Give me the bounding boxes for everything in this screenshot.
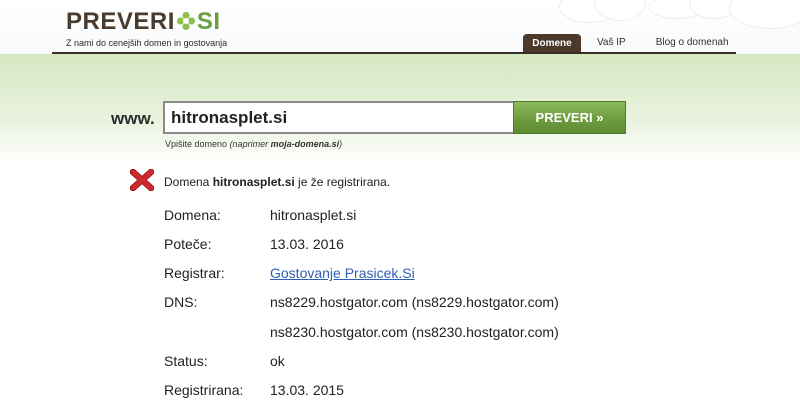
tagline: Z nami do cenejših domen in gostovanja — [66, 38, 228, 48]
label-registrirana: Registrirana: — [164, 382, 244, 398]
hint-example-prefix: (naprimer — [229, 139, 271, 149]
page: PREVERI SI Z nami do cenejših domen in g… — [0, 0, 800, 411]
label-domena: Domena: — [164, 207, 221, 223]
hint-example: moja-domena.si — [270, 139, 340, 149]
label-potece: Poteče: — [164, 236, 212, 252]
value-potece: 13.03. 2016 — [270, 236, 344, 252]
hint-example-suffix: ) — [339, 139, 343, 149]
label-status: Status: — [164, 353, 208, 369]
nav-tab-vas-ip[interactable]: Vaš IP — [597, 33, 626, 54]
hint-text: Vpišite domeno — [165, 139, 228, 149]
registrar-link[interactable]: Gostovanje Prasicek.Si — [270, 265, 415, 281]
www-prefix: www. — [111, 109, 155, 128]
result-msg-domain: hitronasplet.si — [212, 175, 295, 189]
search-hint: Vpišite domeno (naprimer moja-domena.si) — [165, 139, 342, 149]
logo-text-prefix: PREVERI — [66, 8, 175, 35]
value-dns-1: ns8229.hostgator.com (ns8229.hostgator.c… — [270, 294, 559, 310]
value-registrirana: 13.03. 2015 — [270, 382, 344, 398]
logo-text-suffix: SI — [196, 8, 221, 35]
result-message: Domena hitronasplet.si je že registriran… — [164, 175, 390, 189]
result-msg-suffix: je že registrirana. — [294, 175, 391, 189]
preveri-button[interactable]: PREVERI » — [513, 101, 626, 134]
label-dns: DNS: — [164, 294, 198, 310]
nav-tab-blog[interactable]: Blog o domenah — [656, 33, 729, 54]
result-msg-prefix: Domena — [164, 175, 213, 189]
nav-tab-domene[interactable]: Domene — [523, 34, 581, 54]
site-logo[interactable]: PREVERI SI — [66, 8, 221, 36]
header-divider — [52, 52, 736, 54]
red-x-icon — [130, 169, 154, 191]
label-registrar: Registrar: — [164, 265, 225, 281]
main-nav: Domene Vaš IP Blog o domenah — [523, 33, 729, 54]
domain-search-input[interactable] — [163, 101, 513, 134]
value-domena: hitronasplet.si — [270, 207, 357, 223]
flower-logo-icon — [176, 11, 195, 31]
value-status: ok — [270, 353, 285, 369]
value-dns-2: ns8230.hostgator.com (ns8230.hostgator.c… — [270, 324, 559, 340]
